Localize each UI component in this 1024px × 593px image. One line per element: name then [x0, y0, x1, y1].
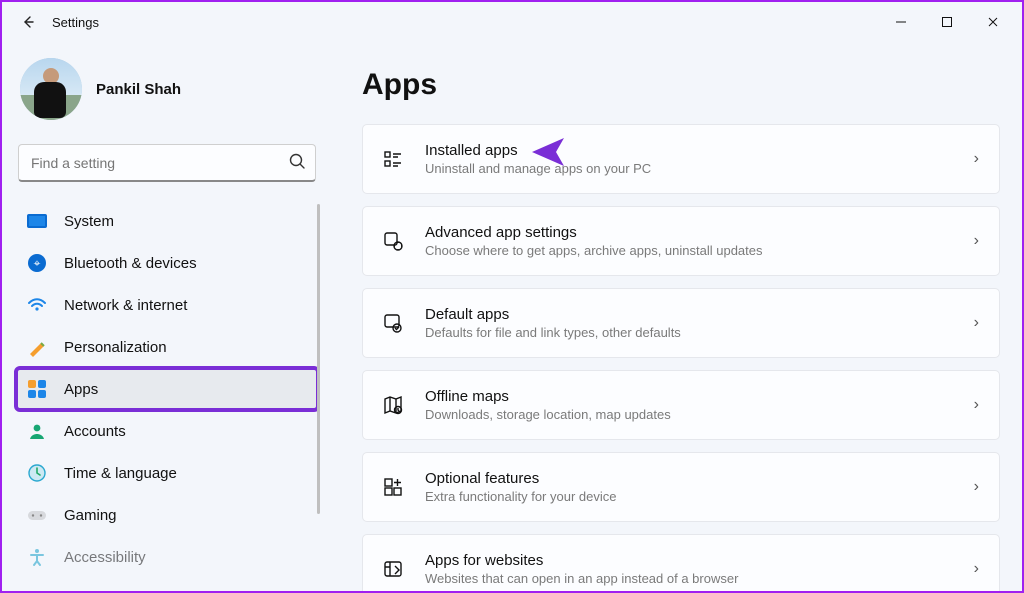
apps-for-websites-icon: [381, 557, 405, 581]
sidebar-item-bluetooth[interactable]: ⌖ Bluetooth & devices: [16, 242, 318, 284]
avatar: [20, 58, 82, 120]
card-subtitle: Extra functionality for your device: [425, 489, 974, 504]
minimize-icon: [895, 16, 907, 28]
card-title: Offline maps: [425, 388, 974, 405]
wifi-icon: [26, 294, 48, 316]
chevron-right-icon: ›: [974, 560, 979, 578]
sidebar-item-label: Time & language: [64, 465, 177, 482]
search-input[interactable]: [18, 144, 316, 182]
close-button[interactable]: [970, 2, 1016, 42]
card-default-apps[interactable]: Default apps Defaults for file and link …: [362, 288, 1000, 358]
card-subtitle: Defaults for file and link types, other …: [425, 325, 974, 340]
main-panel: Apps Installed apps Uninstall and manage…: [332, 42, 1022, 591]
chevron-right-icon: ›: [974, 396, 979, 414]
card-subtitle: Downloads, storage location, map updates: [425, 407, 974, 422]
personalization-icon: [26, 336, 48, 358]
nav-list: System ⌖ Bluetooth & devices Network & i…: [16, 200, 318, 578]
sidebar-item-time-language[interactable]: Time & language: [16, 452, 318, 494]
card-installed-apps[interactable]: Installed apps Uninstall and manage apps…: [362, 124, 1000, 194]
sidebar-item-system[interactable]: System: [16, 200, 318, 242]
sidebar-item-personalization[interactable]: Personalization: [16, 326, 318, 368]
card-title: Optional features: [425, 470, 974, 487]
gaming-icon: [26, 504, 48, 526]
accounts-icon: [26, 420, 48, 442]
back-button[interactable]: [8, 2, 48, 42]
card-offline-maps[interactable]: Offline maps Downloads, storage location…: [362, 370, 1000, 440]
accessibility-icon: [26, 546, 48, 568]
card-optional-features[interactable]: Optional features Extra functionality fo…: [362, 452, 1000, 522]
sidebar-item-accessibility[interactable]: Accessibility: [16, 536, 318, 578]
card-title: Installed apps: [425, 142, 974, 159]
card-apps-for-websites[interactable]: Apps for websites Websites that can open…: [362, 534, 1000, 591]
window-title: Settings: [52, 15, 99, 30]
chevron-right-icon: ›: [974, 232, 979, 250]
card-subtitle: Choose where to get apps, archive apps, …: [425, 243, 974, 258]
installed-apps-icon: [381, 147, 405, 171]
advanced-settings-icon: [381, 229, 405, 253]
sidebar-item-gaming[interactable]: Gaming: [16, 494, 318, 536]
arrow-left-icon: [20, 14, 36, 30]
settings-card-list: Installed apps Uninstall and manage apps…: [362, 124, 1000, 591]
chevron-right-icon: ›: [974, 478, 979, 496]
time-language-icon: [26, 462, 48, 484]
sidebar-item-label: Accessibility: [64, 549, 146, 566]
card-subtitle: Uninstall and manage apps on your PC: [425, 161, 974, 176]
card-subtitle: Websites that can open in an app instead…: [425, 571, 974, 586]
window-controls: [878, 2, 1016, 42]
offline-maps-icon: [381, 393, 405, 417]
card-title: Apps for websites: [425, 552, 974, 569]
search-box: [18, 144, 316, 182]
maximize-button[interactable]: [924, 2, 970, 42]
titlebar: Settings: [2, 2, 1022, 42]
bluetooth-icon: ⌖: [26, 252, 48, 274]
optional-features-icon: [381, 475, 405, 499]
sidebar-item-network[interactable]: Network & internet: [16, 284, 318, 326]
default-apps-icon: [381, 311, 405, 335]
sidebar-item-label: Personalization: [64, 339, 167, 356]
sidebar-item-label: Gaming: [64, 507, 117, 524]
card-title: Default apps: [425, 306, 974, 323]
search-icon: [288, 152, 306, 175]
sidebar-item-label: Bluetooth & devices: [64, 255, 197, 272]
chevron-right-icon: ›: [974, 150, 979, 168]
sidebar-item-apps[interactable]: Apps: [16, 368, 318, 410]
sidebar-item-label: System: [64, 213, 114, 230]
minimize-button[interactable]: [878, 2, 924, 42]
profile-block[interactable]: Pankil Shah: [16, 52, 318, 138]
card-title: Advanced app settings: [425, 224, 974, 241]
sidebar-item-accounts[interactable]: Accounts: [16, 410, 318, 452]
chevron-right-icon: ›: [974, 314, 979, 332]
sidebar-item-label: Accounts: [64, 423, 126, 440]
page-title: Apps: [362, 68, 1000, 102]
close-icon: [987, 16, 999, 28]
system-icon: [26, 210, 48, 232]
user-name: Pankil Shah: [96, 81, 181, 98]
apps-icon: [26, 378, 48, 400]
sidebar-item-label: Apps: [64, 381, 98, 398]
sidebar-item-label: Network & internet: [64, 297, 187, 314]
maximize-icon: [941, 16, 953, 28]
card-advanced-app-settings[interactable]: Advanced app settings Choose where to ge…: [362, 206, 1000, 276]
sidebar: Pankil Shah System ⌖ Bluetooth & devices…: [2, 42, 332, 591]
